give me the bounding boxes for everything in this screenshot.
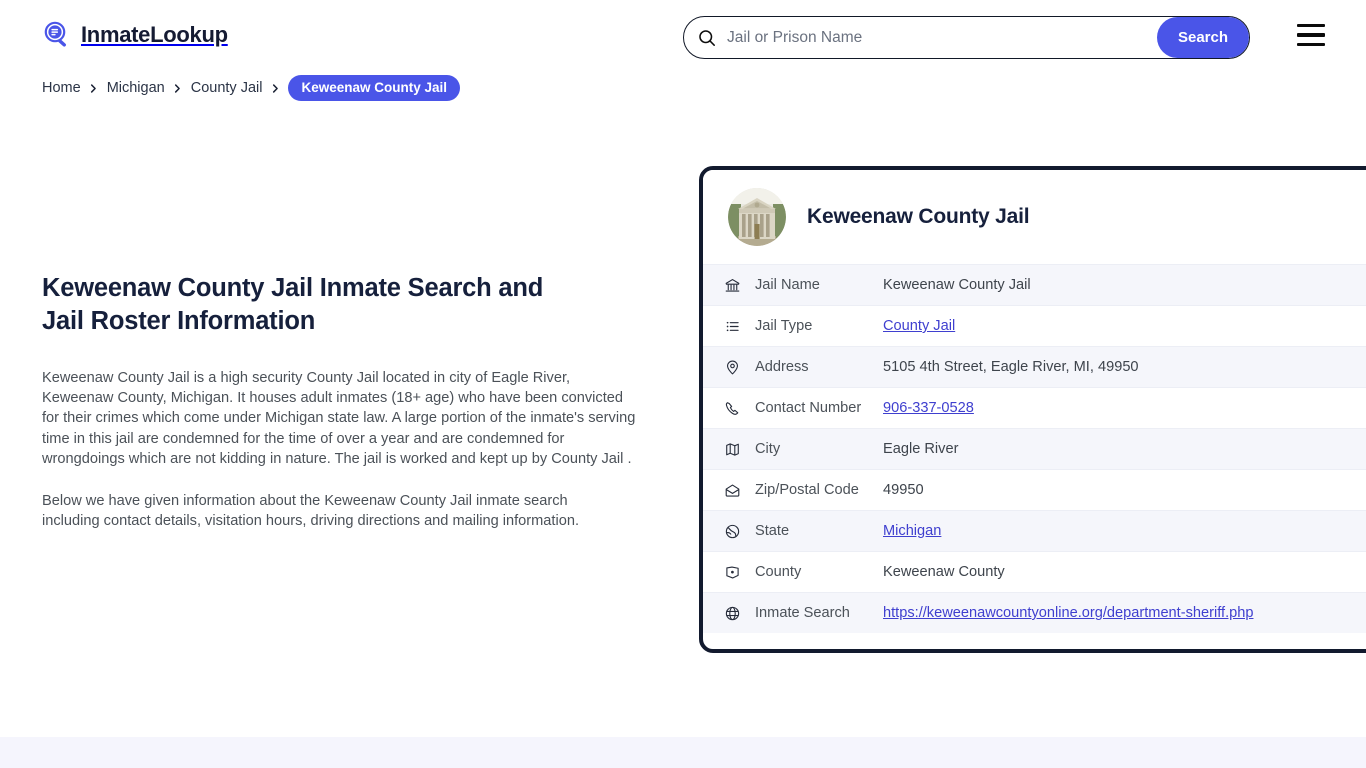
breadcrumb-current: Keweenaw County Jail: [288, 75, 460, 101]
jail-type-link[interactable]: County Jail: [883, 318, 955, 334]
row-value: Keweenaw County Jail: [883, 277, 1031, 293]
inmate-search-link[interactable]: https://keweenawcountyonline.org/departm…: [883, 605, 1253, 621]
breadcrumb-item-home[interactable]: Home: [42, 80, 81, 96]
site-logo-text: InmateLookup: [81, 22, 228, 47]
hamburger-bar: [1297, 24, 1325, 28]
search-icon: [698, 29, 716, 47]
breadcrumb-item-michigan[interactable]: Michigan: [107, 80, 165, 96]
map-pin-icon: [721, 358, 743, 376]
row-label: County: [755, 564, 802, 580]
row-label: Contact Number: [755, 400, 862, 416]
map-icon: [721, 440, 743, 458]
contact-number-link[interactable]: 906-337-0528: [883, 400, 974, 416]
hamburger-menu-icon[interactable]: [1297, 24, 1325, 46]
search-input[interactable]: [716, 17, 1157, 58]
row-label: Jail Type: [755, 318, 813, 334]
globe-outline-icon: [721, 522, 743, 540]
row-label: City: [755, 441, 781, 457]
table-row: City Eagle River: [703, 428, 1366, 469]
phone-icon: [721, 399, 743, 417]
jail-info-card: Keweenaw County Jail Jail Name Keweenaw …: [699, 166, 1366, 653]
table-row: Contact Number 906-337-0528: [703, 387, 1366, 428]
main-content: Keweenaw County Jail Inmate Search and J…: [42, 272, 642, 531]
row-label: Address: [755, 359, 809, 375]
row-label: State: [755, 523, 790, 539]
globe-grid-icon: [721, 604, 743, 622]
row-label: Inmate Search: [755, 605, 850, 621]
site-logo[interactable]: InmateLookup: [42, 20, 228, 50]
table-row: Jail Type County Jail: [703, 305, 1366, 346]
search-bar[interactable]: Search: [683, 16, 1250, 59]
hamburger-bar: [1297, 42, 1325, 46]
list-icon: [721, 317, 743, 335]
chevron-right-icon: [165, 80, 191, 96]
breadcrumb-item-county-jail[interactable]: County Jail: [191, 80, 263, 96]
hamburger-bar: [1297, 33, 1325, 37]
magnifier-list-icon: [42, 20, 72, 50]
description-paragraph-2: Below we have given information about th…: [42, 493, 580, 530]
site-header: InmateLookup Search: [0, 0, 1366, 74]
table-row: Jail Name Keweenaw County Jail: [703, 264, 1366, 305]
row-value: County Jail: [883, 318, 955, 334]
row-label: Jail Name: [755, 277, 820, 293]
table-row: Inmate Search https://keweenawcountyonli…: [703, 592, 1366, 633]
state-link[interactable]: Michigan: [883, 523, 941, 539]
bank-landmark-icon: [721, 276, 743, 294]
row-value: 49950: [883, 482, 924, 498]
row-value: Keweenaw County: [883, 564, 1005, 580]
jail-details-table: Jail Name Keweenaw County Jail Jail Type…: [703, 264, 1366, 633]
breadcrumb: Home Michigan County Jail Keweenaw Count…: [42, 74, 460, 102]
jail-card-title: Keweenaw County Jail: [807, 205, 1030, 228]
chevron-right-icon: [262, 80, 288, 96]
row-value: https://keweenawcountyonline.org/departm…: [883, 605, 1253, 621]
search-button[interactable]: Search: [1157, 17, 1249, 58]
row-value: Michigan: [883, 523, 941, 539]
row-label: Zip/Postal Code: [755, 482, 859, 498]
chevron-right-icon: [81, 80, 107, 96]
courthouse-building-photo: [728, 188, 786, 246]
envelope-open-icon: [721, 481, 743, 499]
description-paragraph-1: Keweenaw County Jail is a high security …: [42, 370, 636, 467]
row-value: Eagle River: [883, 441, 959, 457]
page-title: Keweenaw County Jail Inmate Search and J…: [42, 274, 544, 335]
table-row: Zip/Postal Code 49950: [703, 469, 1366, 510]
table-row: State Michigan: [703, 510, 1366, 551]
page-root: InmateLookup Search Home Michigan: [0, 0, 1366, 768]
footer-band: [0, 737, 1366, 768]
jail-card-header: Keweenaw County Jail: [703, 170, 1366, 264]
county-marker-icon: [721, 563, 743, 581]
row-value: 906-337-0528: [883, 400, 974, 416]
table-row: County Keweenaw County: [703, 551, 1366, 592]
table-row: Address 5105 4th Street, Eagle River, MI…: [703, 346, 1366, 387]
row-value: 5105 4th Street, Eagle River, MI, 49950: [883, 359, 1139, 375]
